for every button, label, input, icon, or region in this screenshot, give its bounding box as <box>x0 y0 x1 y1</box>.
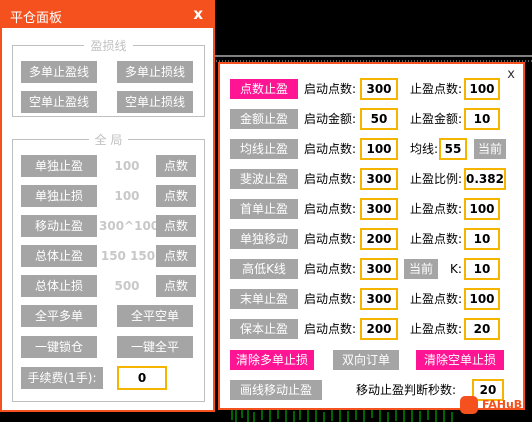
row8-label1: 启动点数: <box>304 292 357 306</box>
row5-label1: 启动点数: <box>304 202 357 216</box>
short-take-profit-line-button[interactable]: 空单止盈线 <box>21 91 97 113</box>
total-stop-loss-unit-button[interactable]: 点数 <box>156 275 196 297</box>
points-take-profit-button[interactable]: 点数止盈 <box>230 79 298 99</box>
clear-long-stoploss-button[interactable]: 清除多单止损 <box>230 350 314 370</box>
row8-start-points-input[interactable]: 300 <box>360 288 398 310</box>
stoploss-line-group: 盈损线 多单止盈线 多单止损线 空单止盈线 空单止损线 <box>12 39 205 117</box>
close-icon[interactable]: x <box>193 5 203 23</box>
row7-start-points-input[interactable]: 300 <box>360 258 398 280</box>
trailing-take-profit-unit-button[interactable]: 点数 <box>156 215 196 237</box>
close-position-panel: 平仓面板 x 盈损线 多单止盈线 多单止损线 空单止盈线 空单止损线 全 局 单… <box>0 0 215 412</box>
row3-label1: 启动点数: <box>304 142 357 156</box>
stoploss-group-legend: 盈损线 <box>84 39 133 53</box>
row8-label2: 止盈点数: <box>410 292 463 306</box>
row9-start-points-input[interactable]: 200 <box>360 318 398 340</box>
total-take-profit-value: 150 150 <box>100 249 156 263</box>
row1-label1: 启动点数: <box>304 82 357 96</box>
row5-label2: 止盈点数: <box>410 202 463 216</box>
panel-title: 平仓面板 <box>10 11 63 26</box>
row2-label1: 启动金额: <box>304 112 357 126</box>
global-group: 全 局 单独止盈 100 点数 单独止损 100 点数 移动止盈 300^100… <box>12 133 205 402</box>
close-all-long-button[interactable]: 全平多单 <box>21 305 97 327</box>
ma-take-profit-button[interactable]: 均线止盈 <box>230 139 298 159</box>
row3-ma-input[interactable]: 55 <box>439 138 467 160</box>
total-take-profit-button[interactable]: 总体止盈 <box>21 245 97 267</box>
row3-label2: 均线: <box>410 142 439 156</box>
row6-label2: 止盈点数: <box>410 232 463 246</box>
row6-tp-points-input[interactable]: 10 <box>464 228 500 250</box>
row2-label2: 止盈金额: <box>410 112 463 126</box>
trailing-take-profit-value: 300^100 <box>99 219 160 233</box>
row4-start-points-input[interactable]: 300 <box>360 168 398 190</box>
long-take-profit-line-button[interactable]: 多单止盈线 <box>21 61 97 83</box>
row2-start-amount-input[interactable]: 50 <box>360 108 398 130</box>
row9-tp-points-input[interactable]: 20 <box>464 318 500 340</box>
fee-label-button[interactable]: 手续费(1手): <box>21 367 103 389</box>
row6-label1: 启动点数: <box>304 232 357 246</box>
single-stop-loss-value: 100 <box>114 189 140 203</box>
short-stop-loss-line-button[interactable]: 空单止损线 <box>117 91 193 113</box>
one-click-close-all-button[interactable]: 一键全平 <box>117 336 193 358</box>
ma-current-button[interactable]: 当前 <box>474 139 506 159</box>
move-tp-seconds-label: 移动止盈判断秒数: <box>356 383 457 397</box>
row3-start-points-input[interactable]: 100 <box>360 138 398 160</box>
row4-tp-ratio-input[interactable]: 0.382 <box>464 168 506 190</box>
row5-tp-points-input[interactable]: 100 <box>464 198 500 220</box>
fee-input[interactable]: 0 <box>117 366 167 390</box>
last-order-take-profit-button[interactable]: 末单止盈 <box>230 289 298 309</box>
row7-label1: 启动点数: <box>304 262 357 276</box>
site-watermark: FAHuB <box>460 396 526 416</box>
one-click-lock-button[interactable]: 一键锁仓 <box>21 336 97 358</box>
high-low-kline-button[interactable]: 高低K线 <box>230 259 298 279</box>
row7-label2: K: <box>450 262 462 276</box>
trailing-take-profit-button[interactable]: 移动止盈 <box>21 215 97 237</box>
take-profit-panel: x 点数止盈 启动点数: 300 止盈点数: 100 金额止盈 启动金额: 50… <box>218 62 525 410</box>
first-order-take-profit-button[interactable]: 首单止盈 <box>230 199 298 219</box>
long-stop-loss-line-button[interactable]: 多单止损线 <box>117 61 193 83</box>
clear-short-stoploss-button[interactable]: 清除空单止损 <box>416 350 504 370</box>
single-take-profit-unit-button[interactable]: 点数 <box>156 155 196 177</box>
row4-label2: 止盈比例: <box>410 172 463 186</box>
row1-start-points-input[interactable]: 300 <box>360 78 398 100</box>
single-stop-loss-unit-button[interactable]: 点数 <box>156 185 196 207</box>
close-icon[interactable]: x <box>507 67 515 82</box>
row4-label1: 启动点数: <box>304 172 357 186</box>
single-stop-loss-button[interactable]: 单独止损 <box>21 185 97 207</box>
row5-start-points-input[interactable]: 300 <box>360 198 398 220</box>
row1-label2: 止盈点数: <box>410 82 463 96</box>
row9-label2: 止盈点数: <box>410 322 463 336</box>
row9-label1: 启动点数: <box>304 322 357 336</box>
total-stop-loss-button[interactable]: 总体止损 <box>21 275 97 297</box>
kline-current-button[interactable]: 当前 <box>404 259 438 279</box>
single-take-profit-button[interactable]: 单独止盈 <box>21 155 97 177</box>
bidirectional-order-button[interactable]: 双向订单 <box>333 350 399 370</box>
amount-take-profit-button[interactable]: 金额止盈 <box>230 109 298 129</box>
watermark-text: FAHuB <box>482 398 523 411</box>
row2-tp-amount-input[interactable]: 10 <box>464 108 500 130</box>
row7-k-input[interactable]: 10 <box>464 258 500 280</box>
close-all-short-button[interactable]: 全平空单 <box>117 305 193 327</box>
fib-take-profit-button[interactable]: 斐波止盈 <box>230 169 298 189</box>
watermark-logo-icon <box>460 396 478 414</box>
draw-trailing-take-profit-button[interactable]: 画线移动止盈 <box>230 380 322 400</box>
total-stop-loss-value: 500 <box>114 279 140 293</box>
global-group-legend: 全 局 <box>88 133 129 147</box>
row1-tp-points-input[interactable]: 100 <box>464 78 500 100</box>
total-take-profit-unit-button[interactable]: 点数 <box>156 245 196 267</box>
breakeven-take-profit-button[interactable]: 保本止盈 <box>230 319 298 339</box>
single-take-profit-value: 100 <box>114 159 140 173</box>
row8-tp-points-input[interactable]: 100 <box>464 288 500 310</box>
panel-titlebar[interactable]: 平仓面板 x <box>2 2 213 28</box>
single-trailing-button[interactable]: 单独移动 <box>230 229 298 249</box>
row6-start-points-input[interactable]: 200 <box>360 228 398 250</box>
